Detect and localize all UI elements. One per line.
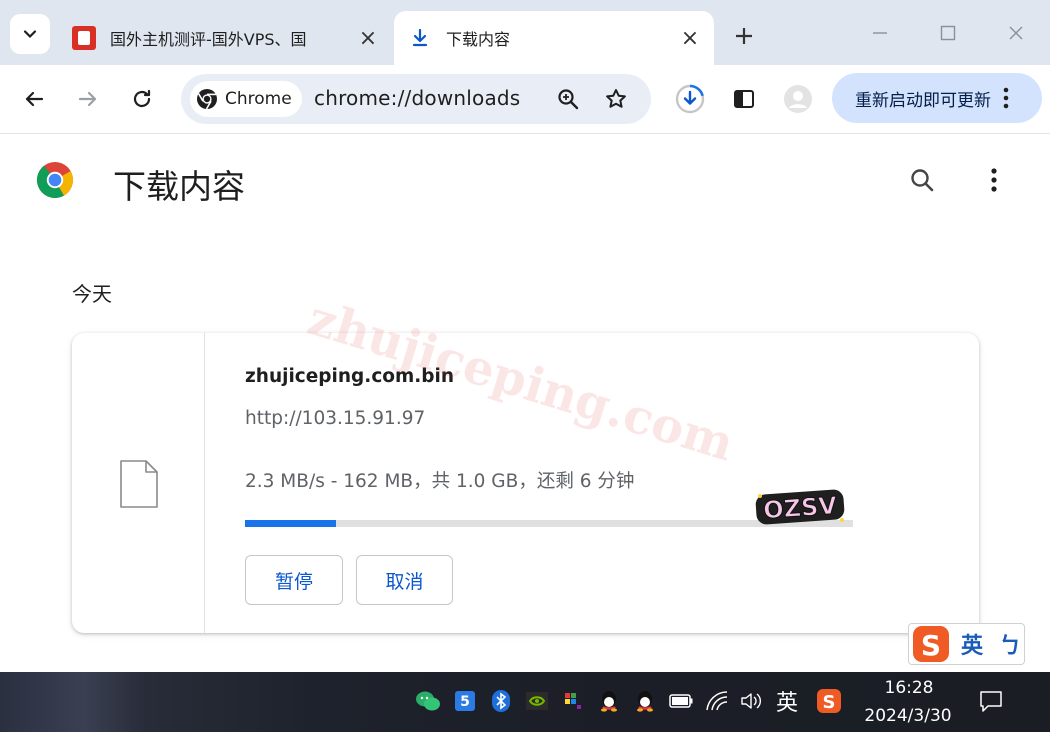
bookmark-button[interactable] xyxy=(598,81,634,117)
url-text[interactable]: chrome://downloads xyxy=(314,86,520,110)
arrow-right-icon xyxy=(78,91,97,107)
ozsv-text: OZSV xyxy=(762,491,838,524)
maximize-icon xyxy=(940,25,956,41)
download-status: 2.3 MB/s - 162 MB，共 1.0 GB，还剩 6 分钟 xyxy=(245,471,635,492)
side-panel-icon xyxy=(734,90,754,108)
app-grid-icon[interactable] xyxy=(558,686,588,716)
side-panel-button[interactable] xyxy=(726,81,762,117)
ime-floating-bar[interactable]: S 英 ㄅ xyxy=(908,623,1025,665)
chat-bubble-icon xyxy=(980,691,1002,712)
relaunch-update-button[interactable]: 重新启动即可更新 xyxy=(832,73,1042,123)
tab-search-button[interactable] xyxy=(10,14,50,54)
site-info-chip[interactable]: Chrome xyxy=(190,81,302,117)
file-icon xyxy=(120,460,158,508)
notifications-button[interactable] xyxy=(976,686,1006,716)
download-progress-fill xyxy=(245,520,337,527)
ime-punctuation-label[interactable]: ㄅ xyxy=(999,628,1021,660)
site-favicon-icon xyxy=(72,26,96,50)
wechat-icon[interactable] xyxy=(413,686,443,716)
minimize-button[interactable] xyxy=(860,16,900,50)
tab-title: 国外主机测评-国外VPS、国 xyxy=(110,30,307,49)
search-icon xyxy=(911,169,934,192)
zoom-in-icon xyxy=(558,89,579,110)
nvidia-icon[interactable] xyxy=(522,686,552,716)
minimize-icon xyxy=(873,32,887,34)
ozsv-sticker: OZSV xyxy=(755,489,845,525)
avatar-icon xyxy=(784,85,812,113)
reload-button[interactable] xyxy=(124,81,160,117)
tab-zhujiceping[interactable]: 国外主机测评-国外VPS、国 × xyxy=(60,11,382,65)
search-downloads-button[interactable] xyxy=(904,162,940,198)
chrome-logo-icon xyxy=(36,162,74,199)
download-icon xyxy=(412,28,428,47)
star-icon xyxy=(606,89,626,108)
svg-text:5: 5 xyxy=(460,694,470,710)
svg-text:S: S xyxy=(823,692,836,713)
app-s-icon[interactable]: 5 xyxy=(450,686,480,716)
chip-label: Chrome xyxy=(225,89,292,109)
arrow-left-icon xyxy=(25,91,44,107)
update-label: 重新启动即可更新 xyxy=(855,90,991,111)
zoom-button[interactable] xyxy=(550,81,586,117)
ime-indicator[interactable]: 英 xyxy=(771,686,803,716)
profile-button[interactable] xyxy=(780,81,816,117)
new-tab-button[interactable] xyxy=(728,20,760,52)
sogou-logo-icon[interactable]: S xyxy=(814,686,844,716)
date-heading: 今天 xyxy=(72,282,112,306)
clock-date[interactable]: 2024/3/30 xyxy=(858,706,958,726)
chevron-down-icon xyxy=(23,30,37,39)
reload-icon xyxy=(133,89,151,108)
battery-icon[interactable] xyxy=(666,686,696,716)
ime-mode-label[interactable]: 英 xyxy=(961,628,983,660)
tab-downloads[interactable]: 下载内容 × xyxy=(394,11,714,65)
clock-time[interactable]: 16:28 xyxy=(870,678,948,698)
download-progress-icon xyxy=(675,84,705,114)
qq-icon[interactable] xyxy=(630,686,660,716)
close-icon[interactable]: × xyxy=(676,24,704,52)
svg-text:S: S xyxy=(921,629,941,662)
back-button[interactable] xyxy=(16,81,52,117)
more-vert-icon[interactable] xyxy=(1003,86,1009,110)
sogou-logo-icon: S xyxy=(913,626,949,662)
volume-icon[interactable] xyxy=(736,686,766,716)
download-source-url[interactable]: http://103.15.91.97 xyxy=(245,408,425,429)
page-title: 下载内容 xyxy=(113,167,245,206)
card-divider xyxy=(204,333,205,633)
pause-button[interactable]: 暂停 xyxy=(245,555,343,605)
close-icon xyxy=(1009,26,1023,40)
maximize-button[interactable] xyxy=(928,16,968,50)
forward-button[interactable] xyxy=(70,81,106,117)
close-window-button[interactable] xyxy=(996,16,1036,50)
more-vert-icon xyxy=(991,168,997,192)
chrome-logo-icon xyxy=(197,89,217,110)
wifi-icon[interactable] xyxy=(702,686,732,716)
page-menu-button[interactable] xyxy=(976,162,1012,198)
cancel-button[interactable]: 取消 xyxy=(356,555,453,605)
tab-title: 下载内容 xyxy=(446,30,511,49)
close-icon[interactable]: × xyxy=(354,24,382,52)
bluetooth-icon[interactable] xyxy=(486,686,516,716)
plus-icon xyxy=(736,28,752,44)
downloads-toolbar-button[interactable] xyxy=(672,81,708,117)
qq-icon[interactable] xyxy=(594,686,624,716)
